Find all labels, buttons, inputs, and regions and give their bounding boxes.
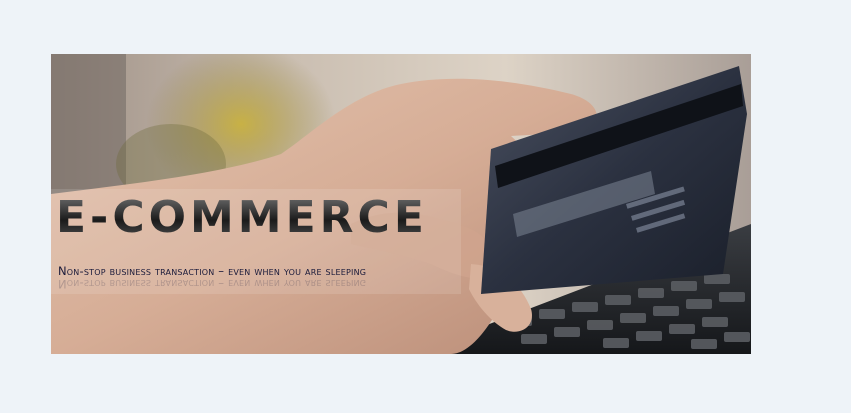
banner-title: E-commerce	[56, 192, 428, 243]
ecommerce-banner: E-commerce Non-stop business transaction…	[51, 54, 751, 354]
page: E-commerce Non-stop business transaction…	[0, 0, 851, 413]
banner-subtitle-reflection: Non-stop business transaction – even whe…	[58, 277, 367, 291]
banner-subtitle: Non-stop business transaction – even whe…	[58, 264, 367, 278]
